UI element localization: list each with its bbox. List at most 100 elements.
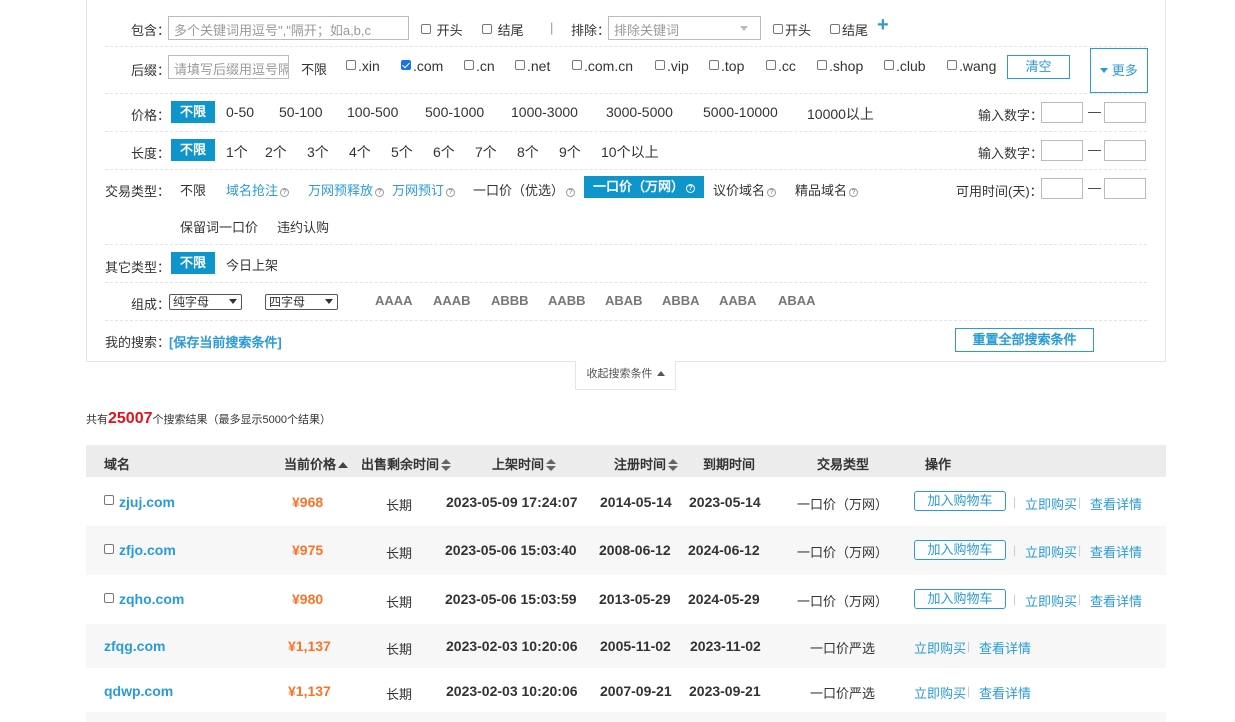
domain-link[interactable]: zqho.com [119,591,184,607]
view-detail-link[interactable]: 查看详情 [1090,542,1142,561]
composition-length-select[interactable]: 四字母 [265,294,338,310]
buy-now-link[interactable]: 立即购买 [1025,591,1077,610]
buy-now-link[interactable]: 立即购买 [1025,542,1077,561]
trade-any[interactable]: 不限 [180,180,206,199]
length-option[interactable]: 6个 [433,142,455,162]
price-option[interactable]: 100-500 [347,104,398,120]
view-detail-link[interactable]: 查看详情 [1090,591,1142,610]
suffix-vip[interactable]: .vip [655,58,689,74]
more-suffix-button[interactable]: 更多 [1090,48,1148,93]
suffix-top[interactable]: .top [709,58,744,74]
today-listed[interactable]: 今日上架 [226,255,278,274]
exclude-input[interactable]: 排除关键词 [608,16,761,40]
suffix-club[interactable]: .club [884,58,926,74]
price-option[interactable]: 5000-10000 [703,104,778,120]
trade-preempt[interactable]: 域名抢注? [226,180,290,199]
row-checkbox[interactable] [104,542,116,558]
view-detail-link[interactable]: 查看详情 [1090,494,1142,513]
trade-fixed-premium[interactable]: 一口价（优选）? [473,180,576,199]
length-option[interactable]: 4个 [349,142,371,162]
price-option[interactable]: 3000-5000 [606,104,673,120]
clear-suffix-button[interactable]: 清空 [1007,55,1070,79]
header-registered-sort[interactable]: 注册时间 [614,454,679,473]
days-max-input[interactable] [1104,178,1146,199]
length-any-selected[interactable]: 不限 [171,139,216,161]
domain-link[interactable]: zjuj.com [119,494,175,510]
header-listed-sort[interactable]: 上架时间 [492,454,557,473]
contains-start-checkbox[interactable]: 开头 [421,20,463,39]
trade-negotiable[interactable]: 议价域名? [713,180,777,199]
suffix-input[interactable]: 请填写后缀用逗号隔开 [168,55,289,79]
length-option[interactable]: 5个 [391,142,413,162]
trade-reserve[interactable]: 万网预订? [392,180,456,199]
header-remain-sort[interactable]: 出售剩余时间 [361,454,452,473]
suffix-wang[interactable]: .wang [947,58,996,74]
exclude-end-checkbox[interactable]: 结尾 [830,20,868,39]
domain-link[interactable]: zfqg.com [104,638,165,654]
price-option[interactable]: 0-50 [226,104,254,120]
collapse-filters-button[interactable]: 收起搜索条件 [575,361,676,390]
length-option[interactable]: 2个 [265,142,287,162]
view-detail-link[interactable]: 查看详情 [979,683,1031,702]
buy-now-link[interactable]: 立即购买 [1025,494,1077,513]
trade-default-purchase[interactable]: 违约认购 [277,217,329,236]
price-max-input[interactable] [1104,102,1146,123]
pattern-option[interactable]: AAAA [375,293,413,308]
length-option[interactable]: 1个 [226,142,248,162]
suffix-cn[interactable]: .cn [464,58,495,74]
price-option[interactable]: 500-1000 [425,104,484,120]
suffix-any[interactable]: 不限 [301,59,327,78]
price-min-input[interactable] [1041,102,1083,123]
domain-link[interactable]: qdwp.com [104,683,173,699]
reset-search-button[interactable]: 重置全部搜索条件 [955,328,1094,352]
add-to-cart-button[interactable]: 加入购物车 [914,540,1006,560]
length-option[interactable]: 8个 [517,142,539,162]
length-min-input[interactable] [1041,140,1083,161]
row-checkbox[interactable] [104,493,116,509]
pattern-option[interactable]: ABAB [605,293,643,308]
length-option[interactable]: 10个以上 [601,142,659,162]
buy-now-link[interactable]: 立即购买 [914,683,966,702]
suffix-xin[interactable]: .xin [346,58,380,74]
suffix-com[interactable]: .com [401,58,443,74]
pattern-option[interactable]: AABB [548,293,586,308]
trade-fixed-wanwang-selected[interactable]: 一口价（万网）? [584,176,705,198]
length-option[interactable]: 3个 [307,142,329,162]
add-to-cart-button[interactable]: 加入购物车 [914,589,1006,609]
contains-end-checkbox[interactable]: 结尾 [482,20,524,39]
suffix-com-cn[interactable]: .com.cn [572,58,633,74]
domain-link[interactable]: zfjo.com [119,542,176,558]
days-min-input[interactable] [1041,178,1083,199]
length-option[interactable]: 7个 [475,142,497,162]
suffix-shop[interactable]: .shop [817,58,863,74]
contains-input[interactable]: 多个关键词用逗号","隔开；如a,b,c [168,16,409,40]
trade-pre-release[interactable]: 万网预释放? [308,180,385,199]
header-price-sort[interactable]: 当前价格 [284,454,349,473]
pattern-option[interactable]: ABAA [778,293,816,308]
trade-reserved-word[interactable]: 保留词一口价 [180,217,258,236]
exclude-start-checkbox[interactable]: 开头 [773,20,811,39]
row-checkbox[interactable] [104,591,116,607]
price: ¥1,137 [288,638,331,654]
price-any-selected[interactable]: 不限 [171,101,216,123]
pattern-option[interactable]: AAAB [433,293,471,308]
pattern-option[interactable]: ABBB [491,293,529,308]
save-search-link[interactable]: [保存当前搜索条件] [169,332,282,351]
price-option[interactable]: 50-100 [279,104,323,120]
other-any-selected[interactable]: 不限 [171,252,216,274]
length-option[interactable]: 9个 [559,142,581,162]
price-option[interactable]: 1000-3000 [511,104,578,120]
buy-now-link[interactable]: 立即购买 [914,638,966,657]
composition-type-select[interactable]: 纯字母 [169,294,242,310]
pattern-option[interactable]: ABBA [662,293,700,308]
suffix-net[interactable]: .net [515,58,550,74]
pattern-option[interactable]: AABA [719,293,757,308]
table-row [86,712,1166,722]
length-max-input[interactable] [1104,140,1146,161]
add-exclude-icon[interactable]: + [877,14,889,37]
suffix-cc[interactable]: .cc [766,58,796,74]
price-option[interactable]: 10000以上 [807,104,874,124]
trade-premium-domain[interactable]: 精品域名? [795,180,859,199]
view-detail-link[interactable]: 查看详情 [979,638,1031,657]
add-to-cart-button[interactable]: 加入购物车 [914,491,1006,511]
